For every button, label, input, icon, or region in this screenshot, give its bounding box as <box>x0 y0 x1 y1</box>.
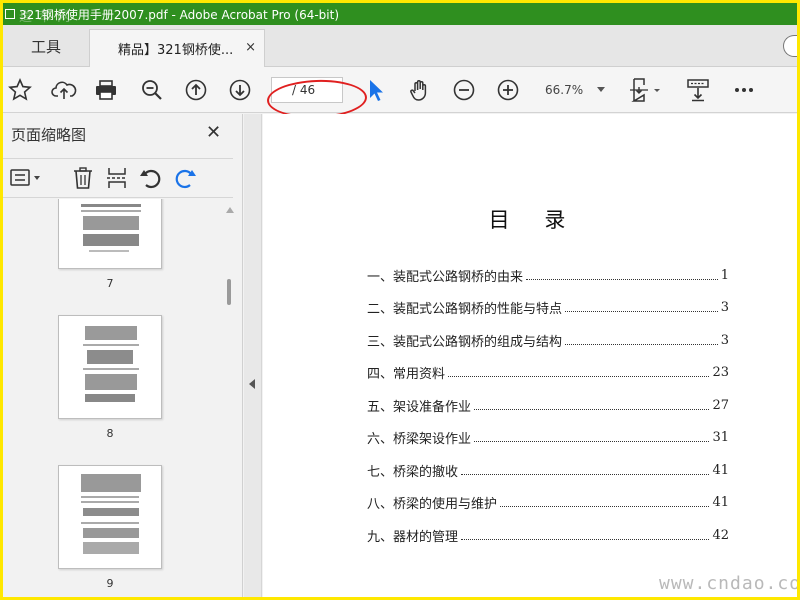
zoom-out-icon[interactable] <box>451 77 477 103</box>
scroll-mode-icon[interactable] <box>685 77 711 103</box>
page-down-icon[interactable] <box>227 77 253 103</box>
fit-page-icon[interactable] <box>629 77 665 103</box>
toc-entry-title: 九、器材的管理 <box>367 529 459 545</box>
scroll-up-arrow-icon[interactable] <box>226 207 234 213</box>
zoom-in-icon[interactable] <box>495 77 521 103</box>
app-icon <box>5 9 15 19</box>
thumbnail-scrollbar[interactable] <box>223 199 237 597</box>
zoom-level-label: 66.7% <box>545 83 584 97</box>
main-toolbar: / 46 66.7% <box>3 67 797 113</box>
thumbnail-list: 7 8 9 <box>3 199 223 597</box>
toc-heading: 目 录 <box>488 208 580 232</box>
toc-entry[interactable]: 四、常用资料 23 <box>367 357 729 390</box>
toc-entry-title: 一、装配式公路钢桥的由来 <box>367 269 524 285</box>
more-icon[interactable] <box>731 77 757 103</box>
select-cursor-icon[interactable] <box>363 77 389 103</box>
tab-document-label: 精品】321钢桥使... <box>118 43 234 58</box>
toc-entry[interactable]: 二、装配式公路钢桥的性能与特点 3 <box>367 292 729 325</box>
hand-tool-icon[interactable] <box>407 77 433 103</box>
app-window: 321钢桥使用手册2007.pdf - Adobe Acrobat Pro (6… <box>3 3 797 597</box>
panel-toolbar <box>3 158 233 198</box>
toc-entry-page: 42 <box>712 527 729 543</box>
page-thumbnails-panel: 页面缩略图 ✕ 7 8 9 <box>3 114 243 597</box>
overlay-watermark: 道 萃 网 <box>19 10 72 25</box>
toc-entry-title: 四、常用资料 <box>367 367 446 383</box>
toc-entry[interactable]: 一、装配式公路钢桥的由来 1 <box>367 259 729 292</box>
collapse-left-arrow-icon[interactable] <box>249 379 255 389</box>
toc-entry[interactable]: 六、桥梁架设作业 31 <box>367 422 729 455</box>
cloud-upload-icon[interactable] <box>51 77 77 103</box>
toc-leader-dots <box>565 311 718 313</box>
toc-leader-dots <box>500 506 710 508</box>
panel-title: 页面缩略图 <box>11 126 87 144</box>
rotate-cw-icon[interactable] <box>173 166 197 190</box>
toc-leader-dots <box>448 376 710 378</box>
toc-entry-page: 3 <box>720 332 729 348</box>
page-thumbnail-content <box>81 204 141 252</box>
page-thumbnail[interactable] <box>58 199 162 269</box>
tab-tools[interactable]: 工具 <box>3 25 89 67</box>
print-icon[interactable] <box>93 77 119 103</box>
page-thumbnail-content <box>83 326 139 402</box>
thumbnail-page-number: 9 <box>106 577 114 590</box>
star-icon[interactable] <box>7 77 33 103</box>
scrollbar-thumb[interactable] <box>227 279 231 305</box>
toc-entry[interactable]: 三、装配式公路钢桥的组成与结构 3 <box>367 324 729 357</box>
panel-close-icon[interactable]: ✕ <box>206 122 221 143</box>
table-of-contents: 一、装配式公路钢桥的由来 1 二、装配式公路钢桥的性能与特点 3 三、装配式公路钢桥的组… <box>367 259 729 552</box>
toc-leader-dots <box>526 278 718 280</box>
options-menu-icon[interactable] <box>9 166 45 190</box>
toc-leader-dots <box>461 473 710 475</box>
rotate-ccw-icon[interactable] <box>139 166 163 190</box>
page-thumbnail[interactable] <box>58 315 162 419</box>
toc-entry-title: 三、装配式公路钢桥的组成与结构 <box>367 334 563 350</box>
panel-collapse-bar[interactable] <box>244 114 262 597</box>
toc-entry[interactable]: 九、器材的管理 42 <box>367 519 729 552</box>
toc-entry-page: 3 <box>720 300 729 316</box>
toc-entry[interactable]: 八、桥梁的使用与维护 41 <box>367 487 729 520</box>
toc-entry-title: 五、架设准备作业 <box>367 399 472 415</box>
insert-page-icon[interactable] <box>105 166 129 190</box>
page-thumbnail[interactable] <box>58 465 162 569</box>
help-tab-edge[interactable] <box>783 35 797 57</box>
toc-entry-title: 八、桥梁的使用与维护 <box>367 497 498 513</box>
chevron-down-icon <box>597 87 605 92</box>
toc-leader-dots <box>461 538 710 540</box>
toc-entry-page: 23 <box>712 365 729 381</box>
zoom-dropdown[interactable]: 66.7% <box>537 79 609 101</box>
toc-entry-title: 二、装配式公路钢桥的性能与特点 <box>367 302 563 318</box>
tab-bar: 工具 精品】321钢桥使... × <box>3 25 797 67</box>
tab-document[interactable]: 精品】321钢桥使... × <box>89 29 265 67</box>
toc-entry-title: 六、桥梁架设作业 <box>367 432 472 448</box>
toc-leader-dots <box>474 408 710 410</box>
toc-leader-dots <box>474 441 710 443</box>
zoom-out-search-icon[interactable] <box>139 77 165 103</box>
document-view: 目 录 一、装配式公路钢桥的由来 1 二、装配式公路钢桥的性能与特点 3 三、装配式公路… <box>263 114 797 597</box>
title-bar: 321钢桥使用手册2007.pdf - Adobe Acrobat Pro (6… <box>3 3 797 25</box>
toc-entry-page: 41 <box>712 462 729 478</box>
toc-entry[interactable]: 七、桥梁的撤收 41 <box>367 454 729 487</box>
site-watermark: www.cndao.com <box>659 573 797 594</box>
toc-entry-page: 31 <box>712 430 729 446</box>
tab-close-icon[interactable]: × <box>245 40 256 55</box>
toc-entry-page: 1 <box>720 267 729 283</box>
page-thumbnail-content <box>81 474 141 554</box>
toc-leader-dots <box>565 343 718 345</box>
delete-page-icon[interactable] <box>71 166 95 190</box>
toc-entry-title: 七、桥梁的撤收 <box>367 464 459 480</box>
page-up-icon[interactable] <box>183 77 209 103</box>
thumbnail-page-number: 8 <box>106 427 114 440</box>
toc-entry-page: 27 <box>712 397 729 413</box>
toc-entry[interactable]: 五、架设准备作业 27 <box>367 389 729 422</box>
thumbnail-page-number: 7 <box>106 277 114 290</box>
toc-entry-page: 41 <box>712 495 729 511</box>
